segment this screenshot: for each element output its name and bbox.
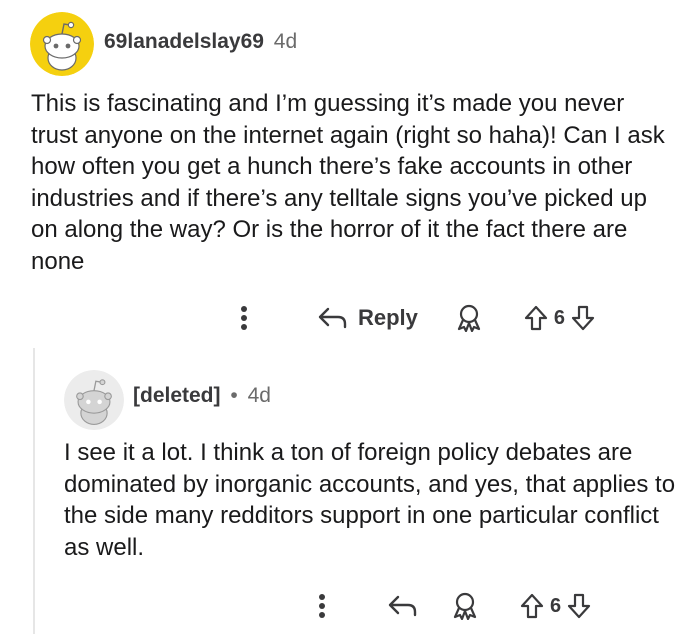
more-options-button[interactable] — [240, 305, 274, 331]
avatar[interactable] — [30, 12, 94, 76]
award-icon — [457, 304, 481, 332]
more-vertical-icon — [319, 594, 325, 618]
comment-meta: 69lanadelslay69 4d — [104, 30, 297, 54]
comment-meta: [deleted] • 4d — [133, 384, 271, 408]
reply-arrow-icon — [318, 307, 347, 329]
vote-count: 6 — [550, 594, 562, 617]
upvote-icon — [520, 593, 544, 619]
snoo-avatar-icon — [30, 12, 94, 76]
meta-separator: • — [230, 384, 238, 407]
comment-actions: Reply 6 — [240, 298, 660, 338]
downvote-button[interactable] — [571, 305, 595, 331]
avatar[interactable] — [64, 370, 124, 430]
vote-count: 6 — [553, 306, 566, 329]
reply-arrow-icon — [388, 595, 417, 617]
comment-age: 4d — [273, 30, 298, 53]
more-options-button[interactable] — [318, 593, 348, 619]
username[interactable]: 69lanadelslay69 — [104, 30, 264, 53]
downvote-icon — [571, 305, 595, 331]
downvote-icon — [568, 593, 591, 619]
upvote-icon — [524, 305, 548, 331]
reply-button[interactable] — [388, 594, 418, 618]
comment-actions: 6 — [318, 586, 660, 626]
reply-button[interactable]: Reply — [318, 305, 418, 331]
more-vertical-icon — [241, 306, 247, 330]
award-button[interactable] — [452, 592, 478, 620]
reply-label: Reply — [358, 305, 418, 330]
award-icon — [453, 592, 477, 620]
comment-body: I see it a lot. I think a ton of foreign… — [64, 439, 676, 561]
upvote-button[interactable] — [520, 593, 544, 619]
award-button[interactable] — [456, 304, 482, 332]
upvote-button[interactable] — [524, 305, 548, 331]
username: [deleted] — [133, 384, 221, 407]
comment-age: 4d — [247, 384, 271, 407]
snoo-avatar-icon — [64, 370, 124, 430]
downvote-button[interactable] — [567, 593, 591, 619]
thread-line[interactable] — [33, 348, 35, 634]
comment-body: This is fascinating and I’m guessing it’… — [31, 90, 665, 275]
